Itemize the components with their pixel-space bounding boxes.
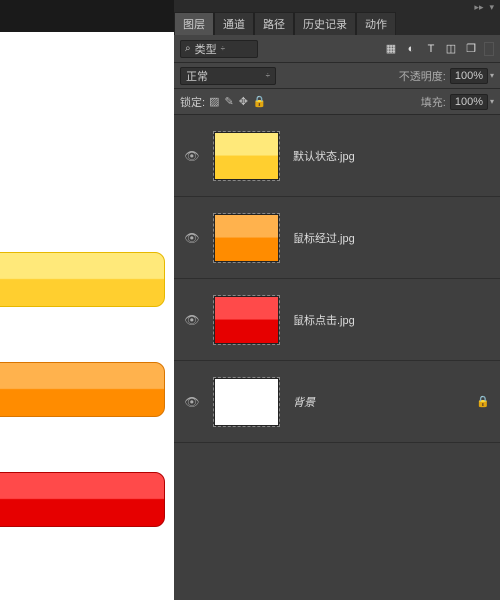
blend-mode-dropdown[interactable]: 正常 ÷ [180,67,276,85]
layer-row[interactable]: 👁 鼠标经过.jpg [174,197,500,279]
layer-thumbnail[interactable] [214,296,279,344]
tab-paths[interactable]: 路径 [254,12,294,35]
lock-all-icon[interactable]: 🔒 [253,95,267,108]
layers-list: 👁 默认状态.jpg 👁 鼠标经过.jpg 👁 鼠标点击.jpg 👁 [174,115,500,600]
layer-filter-bar: ⌕ 类型 ÷ ▦ ◐ T ◫ ❐ [174,35,500,63]
visibility-eye-icon[interactable]: 👁 [184,313,200,327]
search-icon: ⌕ [185,43,191,54]
chevron-down-icon[interactable]: ▾ [490,97,494,106]
layer-name[interactable]: 默认状态.jpg [293,148,476,164]
lock-paint-icon[interactable]: ✎ [224,95,233,108]
sample-button-active [0,472,165,527]
filter-adjustment-icon[interactable]: ◐ [404,42,418,56]
tab-history[interactable]: 历史记录 [294,12,356,35]
visibility-eye-icon[interactable]: 👁 [184,395,200,409]
lock-transparency-icon[interactable]: ▨ [209,95,219,108]
layer-thumbnail[interactable] [214,132,279,180]
layer-thumbnail[interactable] [214,378,279,426]
layer-name[interactable]: 鼠标经过.jpg [293,230,476,246]
chevron-down-icon[interactable]: ▾ [490,71,494,80]
filter-kind-label: 类型 [195,41,217,57]
layer-thumbnail[interactable] [214,214,279,262]
canvas-area[interactable] [0,0,174,600]
fill-label: 填充: [421,94,446,110]
panel-menu-icon[interactable]: ▾ [489,2,494,13]
lock-icon: 🔒 [476,395,490,408]
chevron-down-icon: ÷ [266,71,270,80]
filter-type-icon[interactable]: T [424,42,438,56]
layer-name[interactable]: 背景 [293,394,476,410]
opacity-label: 不透明度: [399,68,446,84]
collapse-icon[interactable]: ▸▸ [474,2,483,13]
layer-row[interactable]: 👁 背景 🔒 [174,361,500,443]
opacity-value[interactable]: 100% [450,68,488,84]
blend-mode-value: 正常 [186,68,208,84]
tab-channels[interactable]: 通道 [214,12,254,35]
sample-button-hover [0,362,165,417]
lock-bar: 锁定: ▨ ✎ ✥ 🔒 填充: 100% ▾ [174,89,500,115]
filter-shape-icon[interactable]: ◫ [444,42,458,56]
panel-tabs: 图层 通道 路径 历史记录 动作 [174,15,500,35]
filter-kind-dropdown[interactable]: ⌕ 类型 ÷ [180,40,258,58]
lock-label: 锁定: [180,94,205,110]
lock-position-icon[interactable]: ✥ [239,95,248,108]
tab-layers[interactable]: 图层 [174,12,214,35]
layers-panel: ▸▸ ▾ 图层 通道 路径 历史记录 动作 ⌕ 类型 ÷ ▦ ◐ T ◫ ❐ [174,0,500,600]
visibility-eye-icon[interactable]: 👁 [184,149,200,163]
blend-bar: 正常 ÷ 不透明度: 100% ▾ [174,63,500,89]
layer-name[interactable]: 鼠标点击.jpg [293,312,476,328]
sample-button-default [0,252,165,307]
layer-row[interactable]: 👁 默认状态.jpg [174,115,500,197]
visibility-eye-icon[interactable]: 👁 [184,231,200,245]
tab-actions[interactable]: 动作 [356,12,396,35]
filter-pixel-icon[interactable]: ▦ [384,42,398,56]
fill-value[interactable]: 100% [450,94,488,110]
chevron-down-icon: ÷ [221,44,225,53]
filter-toggle-icon[interactable] [484,42,494,56]
filter-smart-icon[interactable]: ❐ [464,42,478,56]
layer-row[interactable]: 👁 鼠标点击.jpg [174,279,500,361]
